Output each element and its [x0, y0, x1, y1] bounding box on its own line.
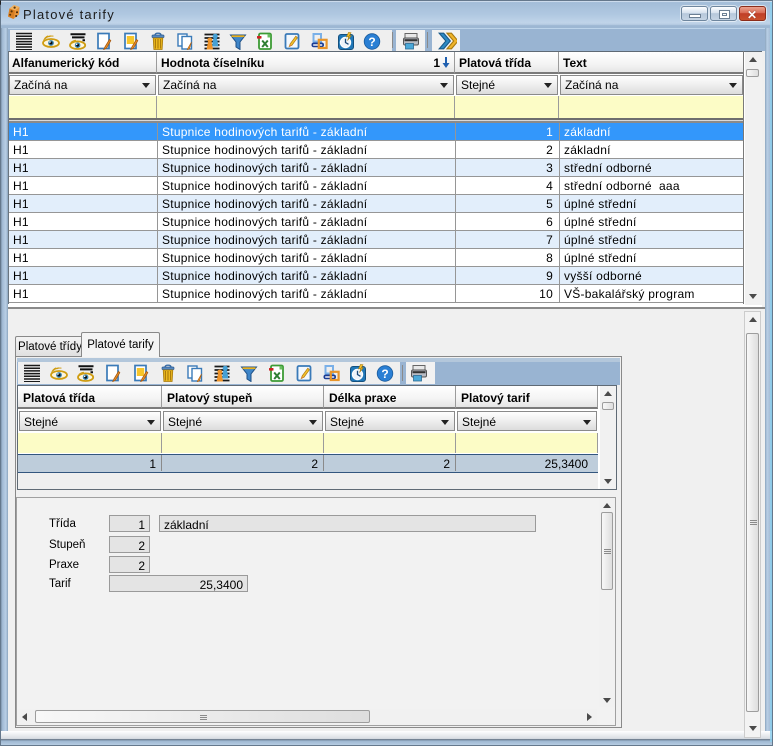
svg-text:?: ? — [369, 35, 376, 49]
svg-text:?: ? — [382, 367, 389, 381]
